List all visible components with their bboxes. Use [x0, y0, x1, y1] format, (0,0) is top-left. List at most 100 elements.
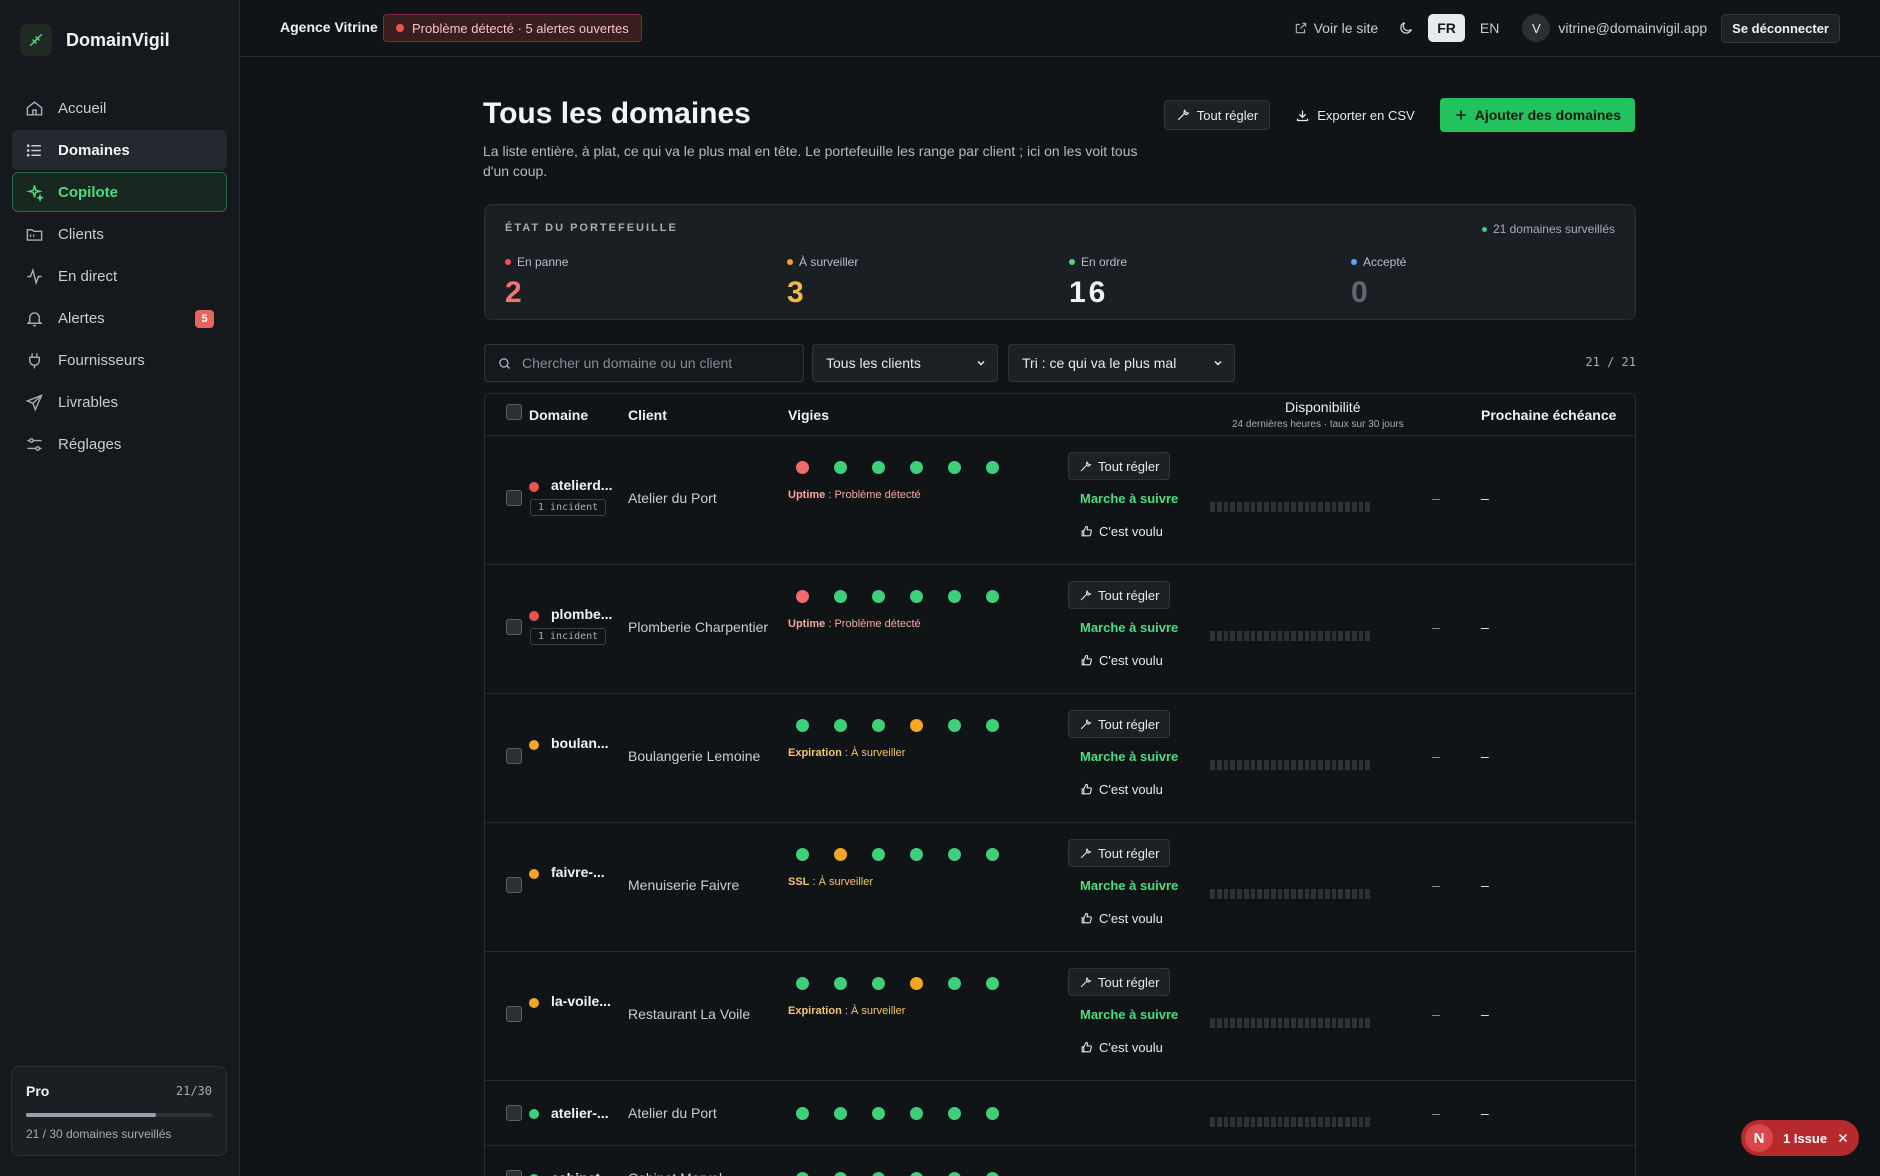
- domain-name[interactable]: plombe...: [551, 606, 612, 622]
- vigie-dot[interactable]: [834, 719, 847, 732]
- domain-name[interactable]: atelierd...: [551, 477, 612, 493]
- header-domain[interactable]: Domaine: [529, 407, 588, 423]
- header-vigies[interactable]: Vigies: [788, 407, 829, 423]
- vigie-dot[interactable]: [948, 590, 961, 603]
- sidebar-item-en-direct[interactable]: En direct: [12, 256, 227, 296]
- intended-button[interactable]: C'est voulu: [1080, 782, 1163, 797]
- vigie-dot[interactable]: [872, 848, 885, 861]
- sidebar-item-copilote[interactable]: Copilote: [12, 172, 227, 212]
- stat-a-surveiller[interactable]: À surveiller 3: [787, 255, 858, 310]
- close-icon[interactable]: [1837, 1132, 1849, 1144]
- vigie-dot[interactable]: [872, 461, 885, 474]
- search-box[interactable]: [484, 344, 804, 382]
- vigie-dot[interactable]: [796, 590, 809, 603]
- vigie-dot[interactable]: [796, 461, 809, 474]
- alert-status-pill[interactable]: Problème détecté · 5 alertes ouvertes: [383, 14, 642, 42]
- vigie-dot[interactable]: [986, 1172, 999, 1176]
- table-row[interactable]: plombe... 1 incident Plomberie Charpentier…: [485, 565, 1635, 694]
- brand[interactable]: DomainVigil: [20, 24, 170, 56]
- vigie-dot[interactable]: [948, 1172, 961, 1176]
- vigie-dot[interactable]: [796, 1172, 809, 1176]
- vigie-dot[interactable]: [910, 590, 923, 603]
- header-client[interactable]: Client: [628, 407, 667, 423]
- vigie-dot[interactable]: [910, 977, 923, 990]
- domain-name[interactable]: atelier-...: [551, 1105, 609, 1121]
- follow-steps-link[interactable]: Marche à suivre: [1080, 749, 1178, 764]
- row-checkbox[interactable]: [506, 1170, 522, 1176]
- sidebar-item-domaines[interactable]: Domaines: [12, 130, 227, 170]
- sidebar-item-alertes[interactable]: Alertes 5: [12, 298, 227, 338]
- table-row[interactable]: boulan... Boulangerie Lemoine Expiration :…: [485, 694, 1635, 823]
- issue-toast[interactable]: N 1 Issue: [1741, 1120, 1860, 1156]
- vigie-dot[interactable]: [986, 848, 999, 861]
- avatar[interactable]: V: [1522, 14, 1551, 42]
- stat-en-ordre[interactable]: En ordre 16: [1069, 255, 1127, 310]
- table-row[interactable]: atelier-... Atelier du Port – –: [485, 1081, 1635, 1146]
- vigie-dot[interactable]: [834, 1107, 847, 1120]
- client-filter-select[interactable]: Tous les clients: [812, 344, 998, 382]
- sidebar-item-clients[interactable]: Clients: [12, 214, 227, 254]
- row-fix-button[interactable]: Tout régler: [1068, 581, 1171, 609]
- vigie-dot[interactable]: [834, 461, 847, 474]
- vigie-dot[interactable]: [948, 848, 961, 861]
- export-csv-button[interactable]: Exporter en CSV: [1284, 100, 1426, 130]
- lang-fr-button[interactable]: FR: [1428, 14, 1465, 42]
- vigie-dot[interactable]: [948, 1107, 961, 1120]
- vigie-dot[interactable]: [834, 977, 847, 990]
- domain-name[interactable]: cabinet...: [551, 1170, 612, 1176]
- vigie-dot[interactable]: [834, 848, 847, 861]
- add-domains-button[interactable]: Ajouter des domaines: [1439, 98, 1635, 132]
- intended-button[interactable]: C'est voulu: [1080, 911, 1163, 926]
- stat-en-panne[interactable]: En panne 2: [505, 255, 568, 310]
- vigie-dot[interactable]: [796, 719, 809, 732]
- sidebar-item-reglages[interactable]: Réglages: [12, 424, 227, 464]
- vigie-dot[interactable]: [796, 1107, 809, 1120]
- sidebar-item-accueil[interactable]: Accueil: [12, 88, 227, 128]
- vigie-dot[interactable]: [910, 719, 923, 732]
- intended-button[interactable]: C'est voulu: [1080, 1040, 1163, 1055]
- plan-card[interactable]: Pro 21/30 21 / 30 domaines surveillés: [11, 1066, 227, 1156]
- sort-select[interactable]: Tri : ce qui va le plus mal: [1008, 344, 1235, 382]
- follow-steps-link[interactable]: Marche à suivre: [1080, 620, 1178, 635]
- vigie-dot[interactable]: [986, 461, 999, 474]
- row-fix-button[interactable]: Tout régler: [1068, 839, 1171, 867]
- moon-icon[interactable]: [1398, 20, 1414, 36]
- vigie-dot[interactable]: [986, 590, 999, 603]
- vigie-dot[interactable]: [872, 977, 885, 990]
- search-input[interactable]: [522, 355, 782, 371]
- vigie-dot[interactable]: [910, 1172, 923, 1176]
- vigie-dot[interactable]: [834, 1172, 847, 1176]
- row-fix-button[interactable]: Tout régler: [1068, 452, 1171, 480]
- vigie-dot[interactable]: [872, 1107, 885, 1120]
- vigie-dot[interactable]: [986, 719, 999, 732]
- follow-steps-link[interactable]: Marche à suivre: [1080, 878, 1178, 893]
- row-checkbox[interactable]: [506, 1105, 522, 1121]
- follow-steps-link[interactable]: Marche à suivre: [1080, 491, 1178, 506]
- row-checkbox[interactable]: [506, 490, 522, 506]
- view-site-link[interactable]: Voir le site: [1294, 20, 1378, 36]
- vigie-dot[interactable]: [910, 1107, 923, 1120]
- row-checkbox[interactable]: [506, 1006, 522, 1022]
- follow-steps-link[interactable]: Marche à suivre: [1080, 1007, 1178, 1022]
- row-fix-button[interactable]: Tout régler: [1068, 968, 1171, 996]
- row-fix-button[interactable]: Tout régler: [1068, 710, 1171, 738]
- lang-en-button[interactable]: EN: [1471, 14, 1508, 42]
- table-row[interactable]: atelierd... 1 incident Atelier du Port Upti…: [485, 436, 1635, 565]
- domain-name[interactable]: la-voile...: [551, 993, 611, 1009]
- logout-button[interactable]: Se déconnecter: [1721, 13, 1840, 43]
- vigie-dot[interactable]: [872, 590, 885, 603]
- table-row[interactable]: faivre-... Menuiserie Faivre SSL : À surve…: [485, 823, 1635, 952]
- row-checkbox[interactable]: [506, 748, 522, 764]
- intended-button[interactable]: C'est voulu: [1080, 524, 1163, 539]
- vigie-dot[interactable]: [986, 977, 999, 990]
- vigie-dot[interactable]: [796, 848, 809, 861]
- vigie-dot[interactable]: [910, 461, 923, 474]
- row-checkbox[interactable]: [506, 877, 522, 893]
- header-availability[interactable]: Disponibilité: [1285, 399, 1360, 415]
- select-all-checkbox[interactable]: [506, 404, 522, 420]
- vigie-dot[interactable]: [948, 977, 961, 990]
- stat-accepte[interactable]: Accepté 0: [1351, 255, 1406, 310]
- vigie-dot[interactable]: [872, 719, 885, 732]
- sidebar-item-livrables[interactable]: Livrables: [12, 382, 227, 422]
- row-checkbox[interactable]: [506, 619, 522, 635]
